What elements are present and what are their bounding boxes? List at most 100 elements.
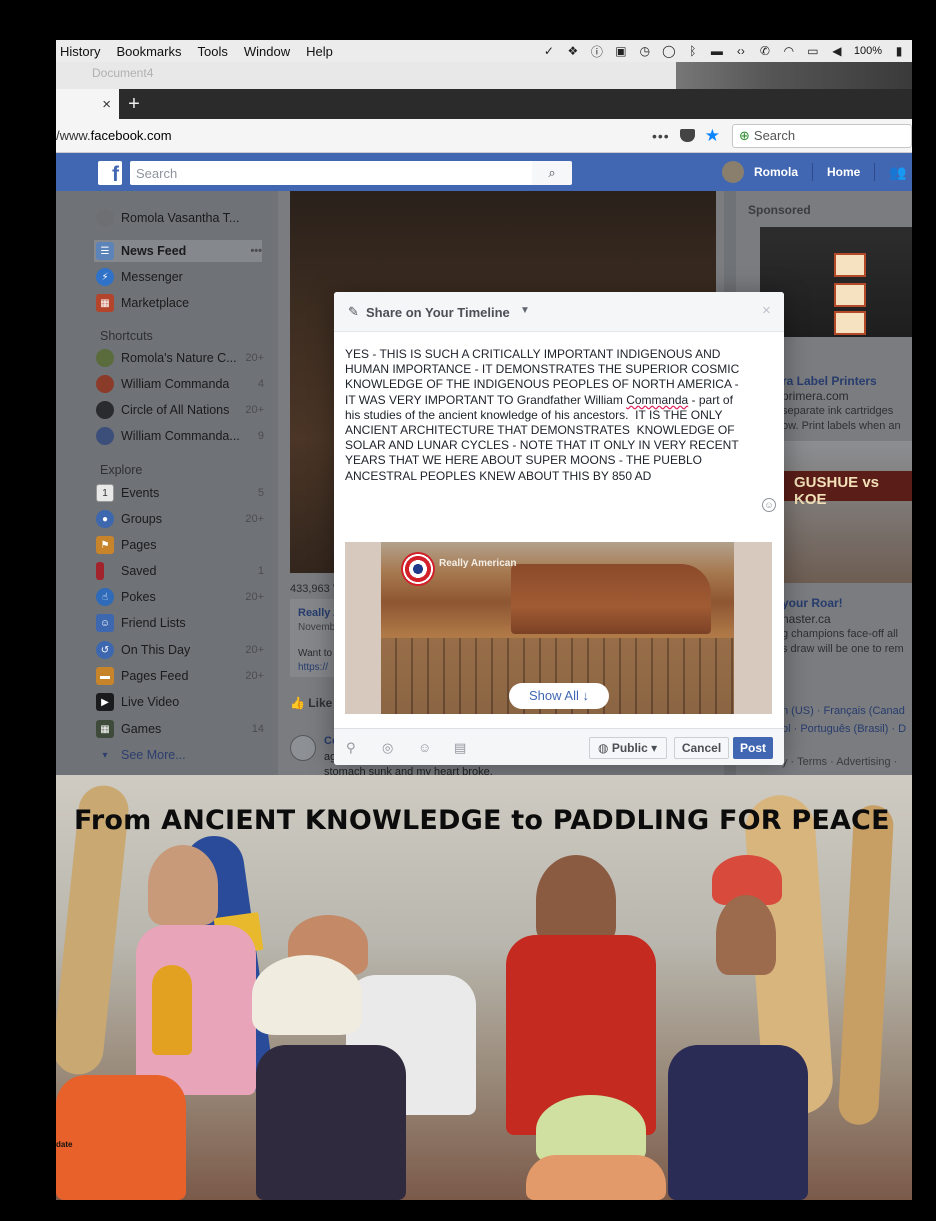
browser-search-input[interactable]: ⊕ Search [732, 123, 912, 148]
close-icon[interactable]: × [762, 302, 771, 319]
sidebar-item-pages[interactable]: ⚑ Pages [96, 534, 264, 556]
browser-tab[interactable]: × [56, 89, 119, 119]
bookmark-star-icon[interactable]: ★ [705, 126, 720, 146]
see-more-link[interactable]: ▾ See More... [96, 744, 264, 766]
new-tab-button[interactable]: + [119, 89, 149, 119]
sidebar-item-news-feed[interactable]: ☰ News Feed ••• [94, 240, 262, 262]
menu-window[interactable]: Window [236, 44, 298, 59]
battery-box-icon[interactable]: ▬ [710, 44, 724, 58]
code-icon[interactable]: ‹› [734, 44, 748, 58]
phone-icon[interactable]: ✆ [758, 44, 772, 58]
checkmark-icon[interactable]: ✓ [542, 44, 556, 58]
wifi-icon[interactable]: ◠ [782, 44, 796, 58]
dialog-footer: ⚲ ◎ ☺ ▤ ◍ Public ▾ Cancel Post [334, 728, 784, 765]
volume-icon[interactable]: ◀ [830, 44, 844, 58]
sidebar-item-messenger[interactable]: ⚡ Messenger [96, 266, 264, 288]
calendar-icon: 1 [96, 484, 114, 502]
sidebar-item-marketplace[interactable]: ▦ Marketplace [96, 292, 264, 314]
more-options-icon[interactable]: ••• [250, 245, 262, 257]
close-tab-icon[interactable]: × [102, 96, 111, 113]
airplay-icon[interactable]: ▭ [806, 44, 820, 58]
avatar[interactable] [290, 735, 316, 761]
page-actions-icon[interactable]: ••• [652, 128, 670, 144]
sidebar-item-shortcut[interactable]: Romola's Nature C... 20+ [96, 347, 264, 369]
explore-heading: Explore [100, 463, 143, 477]
sidebar-item-saved[interactable]: Saved 1 [96, 560, 264, 582]
browser-url-bar: /www.facebook.com ••• ★ ⊕ Search [56, 119, 912, 153]
time-machine-icon[interactable]: ◷ [638, 44, 652, 58]
emoji-icon[interactable]: ☺ [762, 498, 776, 512]
sidebar-item-profile[interactable]: Romola Vasantha T... [96, 207, 264, 229]
language-links[interactable]: ol · Português (Brasil) · D [782, 723, 906, 735]
sidebar-item-on-this-day[interactable]: ↺ On This Day 20+ [96, 639, 264, 661]
sidebar-item-events[interactable]: 1 Events 5 [96, 482, 264, 504]
sidebar-item-label: Events [121, 486, 160, 500]
search-icon[interactable]: ⌕ [532, 161, 572, 185]
menu-bookmarks[interactable]: Bookmarks [108, 44, 189, 59]
emoji-icon[interactable]: ☺ [418, 740, 431, 755]
post-button[interactable]: Post [733, 737, 773, 759]
post-text-area[interactable]: YES - THIS IS SUCH A CRITICALLY IMPORTAN… [345, 347, 745, 484]
ad-title[interactable]: ra Label Printers [782, 374, 877, 388]
privacy-selector[interactable]: ◍ Public ▾ [589, 737, 667, 759]
friend-requests-icon[interactable]: 👥 [889, 164, 906, 181]
menu-tools[interactable]: Tools [189, 44, 235, 59]
sidebar-item-shortcut[interactable]: Circle of All Nations 20+ [96, 399, 264, 421]
profile-link[interactable]: Romola [754, 165, 798, 179]
sidebar-item-label: Groups [121, 512, 162, 526]
header-right: Romola Home 👥 [722, 153, 907, 191]
document-title: Document4 [56, 62, 676, 89]
sidebar-item-games[interactable]: ▦ Games 14 [96, 718, 264, 740]
sidebar-item-shortcut[interactable]: William Commanda... 9 [96, 425, 264, 447]
facebook-search-input[interactable]: Search [130, 161, 532, 185]
language-links[interactable]: n (US) · Français (Canad [782, 705, 905, 717]
link-text: Want to [298, 648, 333, 659]
location-pin-icon[interactable]: ◎ [382, 740, 393, 756]
ad-title[interactable]: your Roar! [782, 596, 843, 610]
like-button[interactable]: 👍 Like [290, 696, 332, 710]
sticker-icon[interactable]: ▤ [454, 740, 466, 756]
sidebar-item-pokes[interactable]: ☝ Pokes 20+ [96, 586, 264, 608]
pocket-icon[interactable] [679, 129, 695, 142]
sidebar-item-shortcut[interactable]: William Commanda 4 [96, 373, 264, 395]
chevron-down-icon: ▾ [102, 749, 108, 761]
browser-search-placeholder: Search [753, 128, 796, 143]
chevron-down-icon[interactable]: ▼ [520, 305, 530, 316]
sidebar-item-friend-lists[interactable]: ☺ Friend Lists [96, 612, 264, 634]
avatar[interactable] [722, 161, 744, 183]
home-link[interactable]: Home [827, 165, 860, 179]
sidebar-item-pages-feed[interactable]: ▬ Pages Feed 20+ [96, 665, 264, 687]
share-destination-dropdown[interactable]: Share on Your Timeline [366, 305, 510, 320]
facebook-logo-icon[interactable]: f [98, 161, 122, 186]
bluetooth-icon[interactable]: ᛒ [686, 44, 700, 58]
battery-icon[interactable]: ▮ [892, 44, 906, 58]
chat-bubble-icon[interactable]: ◯ [662, 44, 676, 58]
show-all-button[interactable]: Show All ↓ [509, 683, 609, 709]
menu-help[interactable]: Help [298, 44, 341, 59]
address-field[interactable]: /www.facebook.com [56, 128, 652, 143]
sidebar-item-live-video[interactable]: ▶ Live Video [96, 691, 264, 713]
cancel-button[interactable]: Cancel [674, 737, 729, 759]
ad-url[interactable]: primera.com [782, 389, 849, 403]
dropbox-icon[interactable]: ❖ [566, 44, 580, 58]
tag-friends-icon[interactable]: ⚲ [346, 740, 356, 756]
date-label: date [56, 1140, 73, 1149]
battery-percent[interactable]: 100% [854, 45, 882, 57]
info-icon[interactable]: ⓘ [590, 44, 604, 59]
menu-history[interactable]: History [56, 44, 108, 59]
bookmark-icon [96, 562, 104, 580]
badge-count: 20+ [245, 591, 264, 603]
search-engine-icon[interactable]: ⊕ [739, 128, 750, 144]
link-url[interactable]: https:// [298, 662, 328, 673]
sidebar-item-label: Saved [121, 564, 157, 578]
sidebar-item-label: Pokes [121, 590, 156, 604]
link-preview[interactable]: Really American Show All ↓ [345, 542, 772, 714]
sidebar-item-groups[interactable]: ● Groups 20+ [96, 508, 264, 530]
ad-url[interactable]: naster.ca [782, 612, 831, 626]
footer-links[interactable]: y · Terms · Advertising · [782, 756, 897, 768]
calendar-icon[interactable]: ▣ [614, 44, 628, 58]
browser-tab-bar: × + [56, 89, 912, 119]
paddler [148, 845, 218, 925]
life-vest [56, 1075, 186, 1200]
dialog-header: ✎ Share on Your Timeline ▼ × [334, 292, 784, 332]
